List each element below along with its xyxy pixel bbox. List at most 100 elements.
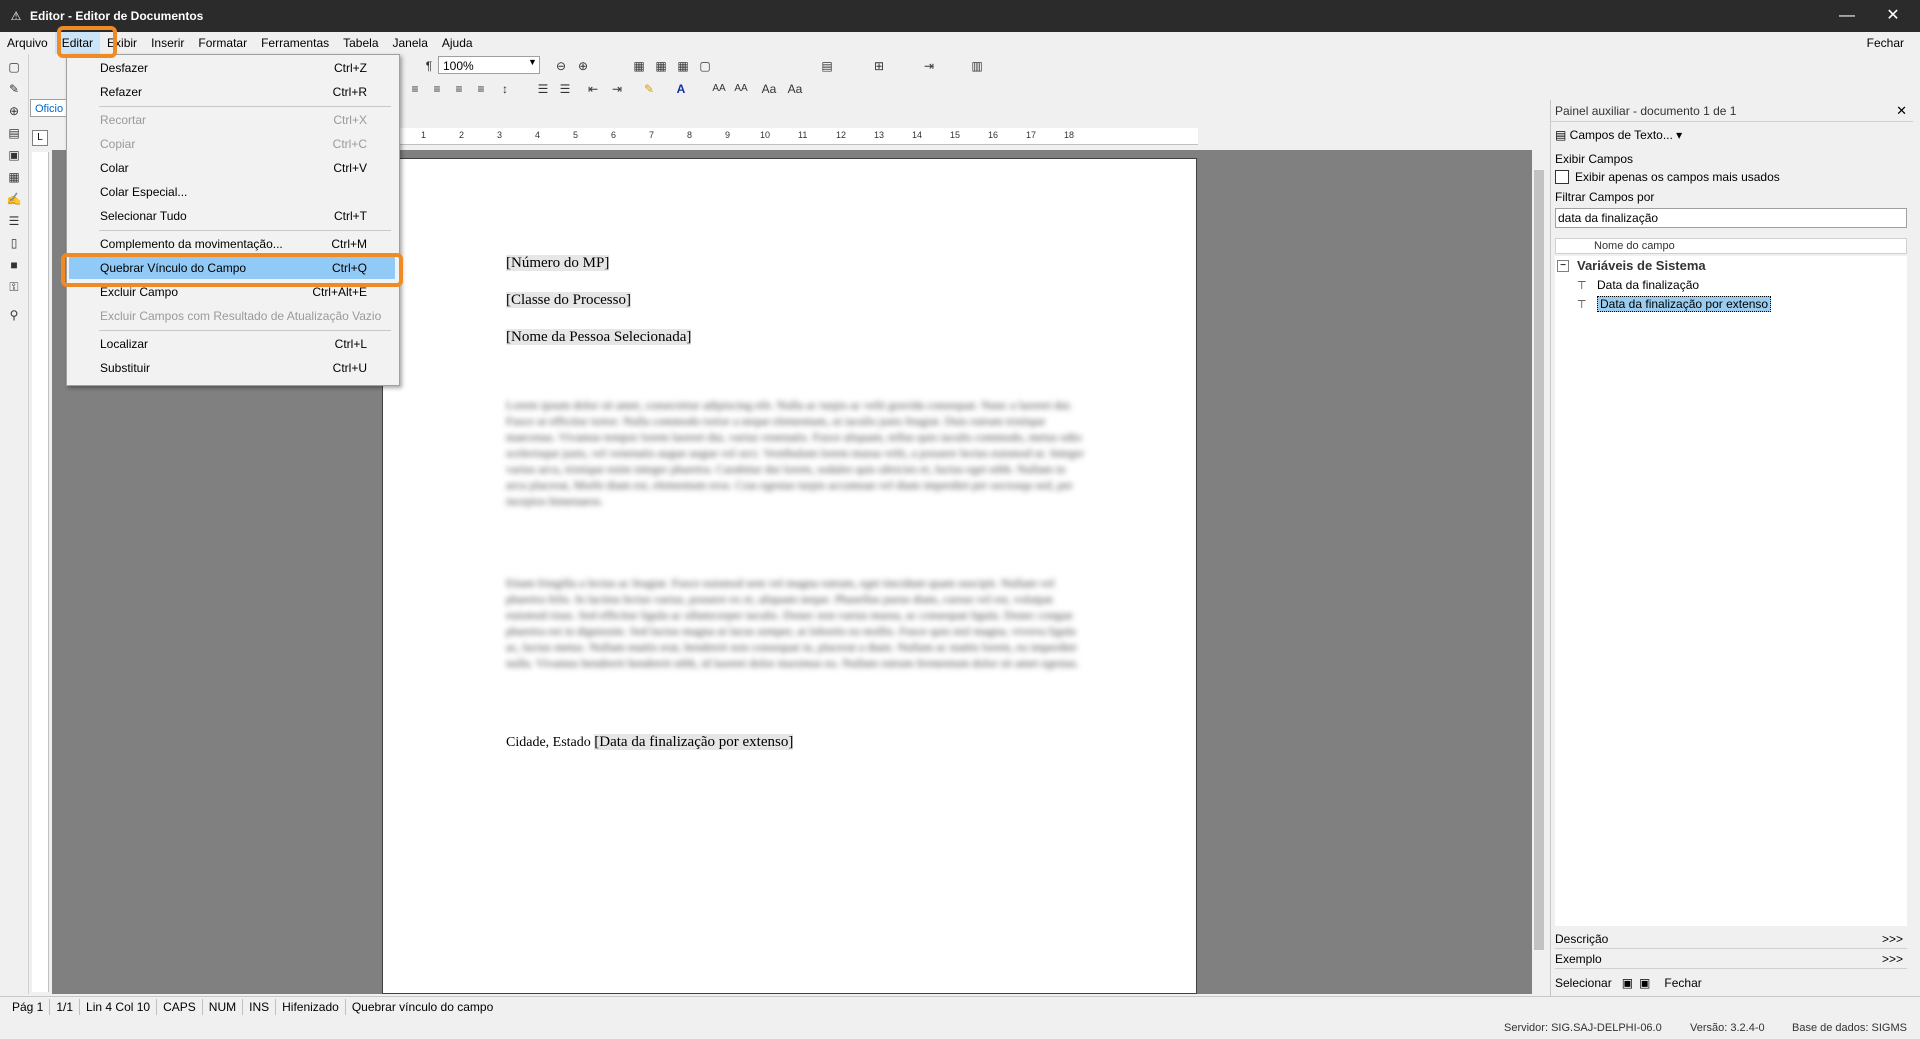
pilcrow-icon[interactable]: ¶: [420, 57, 438, 75]
align-right-icon[interactable]: ≡: [450, 80, 468, 98]
selecionar-button[interactable]: Selecionar: [1555, 976, 1612, 990]
ruler-tick: 12: [836, 130, 847, 140]
doc-field[interactable]: [Nome da Pessoa Selecionada]: [506, 329, 692, 346]
menu-bar: Arquivo Editar Exibir Inserir Formatar F…: [0, 32, 1920, 54]
merge-cells-icon[interactable]: ▤: [818, 57, 836, 75]
bullet-list-icon[interactable]: ☰: [534, 80, 552, 98]
menu-desfazer[interactable]: Desfazer Ctrl+Z: [69, 57, 395, 79]
menu-copiar[interactable]: Copiar Ctrl+C: [69, 133, 395, 155]
numbered-list-icon[interactable]: ☰: [556, 80, 574, 98]
menu-selecionar-tudo[interactable]: Selecionar Tudo Ctrl+T: [69, 205, 395, 227]
menu-colar[interactable]: Colar Ctrl+V: [69, 157, 395, 179]
panel-footer: Selecionar ▣ ▣ Fechar: [1555, 972, 1907, 994]
zoom-out-icon[interactable]: ⊖: [552, 57, 570, 75]
ruler-tick: 5: [573, 130, 579, 140]
fechar-top-button[interactable]: Fechar: [1867, 32, 1904, 54]
menu-complemento[interactable]: Complemento da movimentação... Ctrl+M: [69, 233, 395, 255]
highlight-color-icon[interactable]: ✎: [640, 80, 658, 98]
menu-janela[interactable]: Janela: [386, 32, 435, 54]
style-select[interactable]: Oficio: [30, 99, 70, 117]
align-left-icon[interactable]: ≡: [406, 80, 424, 98]
doc-field[interactable]: [Número do MP]: [506, 255, 610, 272]
ruler-tick: 7: [649, 130, 655, 140]
decrease-indent-icon[interactable]: ⇤: [584, 80, 602, 98]
block-icon[interactable]: ■: [5, 256, 23, 274]
table-insert-icon[interactable]: ▦: [652, 57, 670, 75]
menu-formatar[interactable]: Formatar: [191, 32, 254, 54]
line-spacing-icon[interactable]: ↕: [496, 80, 514, 98]
zoom-in-icon[interactable]: ⊕: [574, 57, 592, 75]
menu-separator: [99, 106, 391, 107]
document-vertical-scrollbar[interactable]: [1532, 150, 1546, 994]
frame-icon[interactable]: ▣: [5, 146, 23, 164]
table-border-icon[interactable]: ▢: [696, 57, 714, 75]
tree-item[interactable]: ⊤ Data da finalização: [1577, 278, 1699, 292]
checkbox-box[interactable]: [1555, 170, 1569, 184]
panel-close-icon[interactable]: ✕: [1896, 100, 1907, 122]
table-grid-icon[interactable]: ▦: [630, 57, 648, 75]
field-insert-icon[interactable]: ⊕: [5, 102, 23, 120]
lock-icon[interactable]: ⚿: [5, 278, 23, 296]
zoom-dropdown-icon[interactable]: ▼: [528, 57, 537, 67]
tree-item-selected[interactable]: ⊤ Data da finalização por extenso: [1577, 296, 1772, 312]
align-cells-icon[interactable]: ⊞: [870, 57, 888, 75]
field-icon[interactable]: ▤: [5, 124, 23, 142]
menu-ferramentas[interactable]: Ferramentas: [254, 32, 336, 54]
ruler-tick: 14: [912, 130, 923, 140]
ruler-tick: 2: [459, 130, 465, 140]
base-info: Base de dados: SIGMS: [1792, 1022, 1907, 1034]
format-painter-icon[interactable]: ⚲: [5, 306, 23, 324]
most-used-checkbox[interactable]: Exibir apenas os campos mais usados: [1555, 170, 1780, 184]
grow-font-icon[interactable]: AA: [710, 80, 728, 98]
tab-stop-selector[interactable]: L: [32, 130, 48, 146]
menu-arquivo[interactable]: Arquivo: [0, 32, 55, 54]
page-icon[interactable]: ▯: [5, 234, 23, 252]
collapse-icon[interactable]: −: [1557, 259, 1569, 272]
highlight-ring-quebrar: [61, 253, 403, 287]
distribute-icon[interactable]: ⇥: [920, 57, 938, 75]
descricao-section[interactable]: Descrição >>>: [1555, 930, 1907, 949]
select-all-icon[interactable]: ▣: [1639, 976, 1650, 990]
shrink-font-icon[interactable]: AA: [732, 80, 750, 98]
signature-icon[interactable]: ✍: [5, 190, 23, 208]
filter-input[interactable]: data da finalização: [1555, 208, 1907, 228]
close-window-button[interactable]: ✕: [1870, 0, 1916, 32]
change-case-icon[interactable]: Aa: [760, 80, 778, 98]
status-bar: Pág 1 1/1 Lin 4 Col 10 CAPS NUM INS Hife…: [0, 996, 1920, 1017]
list-icon[interactable]: ☰: [5, 212, 23, 230]
menu-localizar[interactable]: Localizar Ctrl+L: [69, 333, 395, 355]
spellcheck-icon[interactable]: Aa: [786, 80, 804, 98]
menu-refazer[interactable]: Refazer Ctrl+R: [69, 81, 395, 103]
edit-icon[interactable]: ✎: [5, 80, 23, 98]
menu-recortar[interactable]: Recortar Ctrl+X: [69, 109, 395, 131]
zoom-select[interactable]: 100%: [438, 56, 540, 74]
menu-colar-especial[interactable]: Colar Especial...: [69, 181, 395, 203]
table-cells-icon[interactable]: ▦: [674, 57, 692, 75]
menu-tabela[interactable]: Tabela: [336, 32, 385, 54]
column-header-nome[interactable]: Nome do campo: [1555, 238, 1907, 254]
doc-field[interactable]: [Classe do Processo]: [506, 292, 631, 309]
tree-group-variaveis[interactable]: − Variáveis de Sistema: [1557, 258, 1706, 273]
increase-indent-icon[interactable]: ⇥: [608, 80, 626, 98]
font-color-icon[interactable]: A: [672, 80, 690, 98]
horizontal-ruler[interactable]: 1 2 3 4 5 6 7 8 9 10 11 12 13 14 15 16 1…: [396, 128, 1198, 145]
closing-line[interactable]: Cidade, Estado [Data da finalização por …: [506, 734, 794, 751]
align-center-icon[interactable]: ≡: [428, 80, 446, 98]
minimize-button[interactable]: —: [1824, 0, 1870, 32]
menu-substituir[interactable]: Substituir Ctrl+U: [69, 357, 395, 379]
select-field-icon[interactable]: ▣: [1622, 976, 1633, 990]
table-props-icon[interactable]: ▥: [968, 57, 986, 75]
new-document-icon[interactable]: ▢: [5, 58, 23, 76]
scrollbar-thumb[interactable]: [1534, 170, 1544, 950]
image-icon[interactable]: ▦: [5, 168, 23, 186]
vertical-ruler[interactable]: [32, 152, 49, 992]
menu-inserir[interactable]: Inserir: [144, 32, 191, 54]
exemplo-section[interactable]: Exemplo >>>: [1555, 950, 1907, 969]
status-message: Quebrar vínculo do campo: [351, 1000, 494, 1014]
panel-fechar-button[interactable]: Fechar: [1664, 976, 1701, 990]
menu-excluir-campos-vazios[interactable]: Excluir Campos com Resultado de Atualiza…: [69, 305, 395, 327]
campos-dropdown[interactable]: ▤ Campos de Texto... ▾: [1551, 124, 1682, 146]
menu-ajuda[interactable]: Ajuda: [435, 32, 480, 54]
justify-icon[interactable]: ≡: [472, 80, 490, 98]
document-page[interactable]: [Número do MP] [Classe do Processo] [Nom…: [382, 158, 1197, 994]
